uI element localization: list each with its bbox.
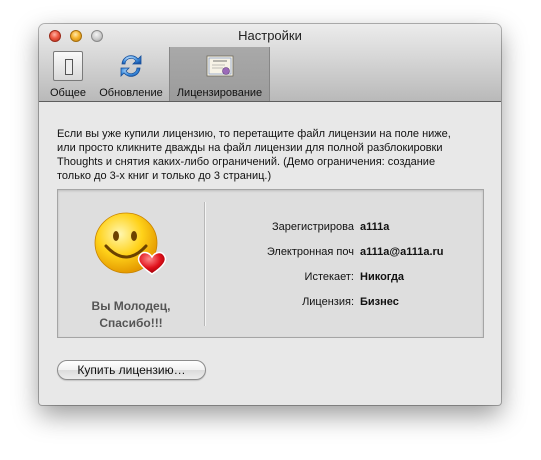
license-type-row: Лицензия: Бизнес — [204, 296, 484, 312]
expires-label: Истекает: — [304, 271, 354, 283]
email-label: Электронная поч — [266, 246, 354, 258]
email-value: a111a@a111a.ru — [360, 246, 444, 258]
tab-licensing-label: Лицензирование — [176, 87, 263, 99]
registered-to-label: Зарегистрирова — [271, 221, 354, 233]
window-toolbar: Настройки Общее Обновление Лицензировани… — [39, 24, 501, 102]
instructions-line: Если вы уже купили лицензию, то перетащи… — [57, 128, 451, 140]
license-drop-area[interactable]: Вы Молодец, Спасибо!!! Зарегистрирова a1… — [57, 189, 484, 338]
switch-icon — [53, 51, 83, 81]
licensing-pane: Если вы уже купили лицензию, то перетащи… — [39, 102, 501, 405]
registered-to-value: a111a — [360, 221, 390, 233]
tab-licensing[interactable]: Лицензирование — [169, 47, 270, 101]
instructions-line: только до 3-х книг и только до 3 страниц… — [57, 170, 272, 182]
preferences-window: Настройки Общее Обновление Лицензировани… — [39, 24, 501, 405]
thank-you-line: Вы Молодец, — [91, 299, 171, 313]
sync-arrows-icon — [120, 55, 142, 77]
license-certificate-icon — [206, 55, 234, 77]
smiley-heart-icon — [94, 212, 167, 275]
expires-row: Истекает: Никогда — [204, 271, 484, 287]
license-type-label: Лицензия: — [302, 296, 354, 308]
buy-license-button[interactable]: Купить лицензию… — [57, 360, 206, 380]
window-title: Настройки — [238, 28, 302, 43]
tab-update-label: Обновление — [99, 87, 163, 99]
license-instructions: Если вы уже купили лицензию, то перетащи… — [57, 127, 487, 183]
instructions-line: или просто кликните дважды на файл лицен… — [57, 142, 443, 154]
instructions-line: Thoughts и снятия каких-либо ограничений… — [57, 156, 436, 168]
email-row: Электронная поч a111a@a111a.ru — [204, 246, 484, 262]
tab-general[interactable]: Общее — [43, 47, 93, 101]
tab-general-label: Общее — [49, 87, 87, 99]
registered-to-row: Зарегистрирова a111a — [204, 221, 484, 237]
thank-you-line: Спасибо!!! — [99, 316, 163, 330]
tab-update[interactable]: Обновление — [95, 47, 167, 101]
expires-value: Никогда — [360, 271, 405, 283]
license-type-value: Бизнес — [360, 296, 399, 308]
thank-you-message: Вы Молодец, Спасибо!!! — [58, 298, 204, 332]
